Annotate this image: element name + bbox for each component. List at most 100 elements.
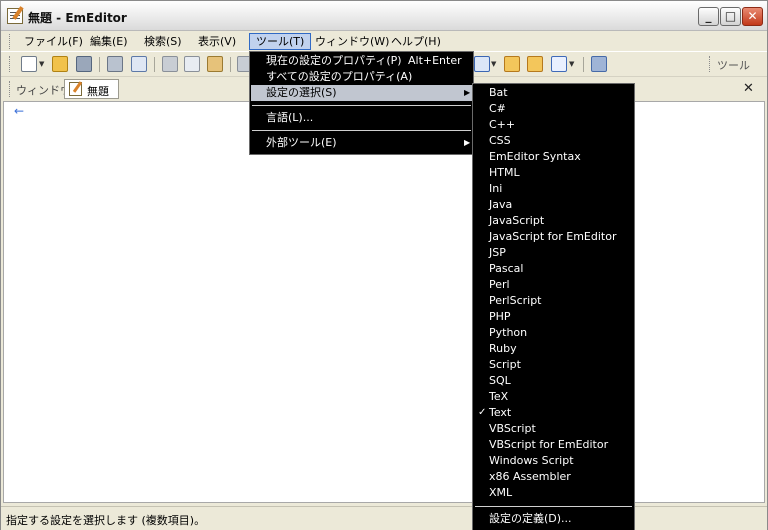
config-item[interactable]: Ruby xyxy=(473,341,634,357)
config-item[interactable]: Windows Script xyxy=(473,453,634,469)
macro-select-icon[interactable] xyxy=(527,56,543,72)
macro-run-icon[interactable] xyxy=(504,56,520,72)
config-item[interactable]: Pascal xyxy=(473,261,634,277)
title-bar[interactable]: 無題 - EmEditor _ □ ✕ xyxy=(1,1,767,31)
save-icon[interactable] xyxy=(76,56,92,72)
config-item[interactable]: XML xyxy=(473,485,634,501)
config-item[interactable]: SQL xyxy=(473,373,634,389)
tools-toolbar-grip[interactable] xyxy=(709,56,712,72)
minimize-button[interactable]: _ xyxy=(698,7,719,26)
menu-window[interactable]: ウィンドウ(W) xyxy=(309,33,395,50)
config-item[interactable]: ✓ Text xyxy=(473,405,634,421)
config-item[interactable]: C# xyxy=(473,101,634,117)
toolbar-grip[interactable] xyxy=(9,56,12,72)
menu-item-select-configuration[interactable]: 設定の選択(S) ▶ xyxy=(251,85,472,101)
config-item[interactable]: CSS xyxy=(473,133,634,149)
print-icon[interactable] xyxy=(107,56,123,72)
config-item[interactable]: TeX xyxy=(473,389,634,405)
config-item-label: PHP xyxy=(489,310,511,323)
menu-item-external-tools[interactable]: 外部ツール(E) ▶ xyxy=(250,135,473,151)
plugin-dropdown-arrow-icon[interactable]: ▼ xyxy=(569,56,577,72)
toolbar-separator xyxy=(230,57,231,72)
config-item[interactable]: VBScript for EmEditor xyxy=(473,437,634,453)
menu-help[interactable]: ヘルプ(H) xyxy=(385,33,447,50)
menu-item-language[interactable]: 言語(L)... xyxy=(250,110,473,126)
menu-tools[interactable]: ツール(T) xyxy=(249,33,312,50)
config-item-label: Perl xyxy=(489,278,510,291)
new-document-icon[interactable] xyxy=(21,56,37,72)
config-item[interactable]: x86 Assembler xyxy=(473,469,634,485)
config-item[interactable]: Ini xyxy=(473,181,634,197)
menu-item-label: 設定の選択(S) xyxy=(266,86,337,99)
menu-item-all-config-properties[interactable]: すべての設定のプロパティ(A) xyxy=(250,69,473,85)
menu-separator xyxy=(475,506,632,507)
menu-item-label: 現在の設定のプロパティ(P) xyxy=(266,54,402,67)
copy-icon[interactable] xyxy=(184,56,200,72)
open-folder-icon[interactable] xyxy=(52,56,68,72)
config-item[interactable]: JavaScript for EmEditor xyxy=(473,229,634,245)
config-item-label: Java xyxy=(489,198,513,211)
config-item-label: EmEditor Syntax xyxy=(489,150,581,163)
editor-area[interactable]: ← xyxy=(3,101,765,503)
close-tab-icon[interactable]: ✕ xyxy=(743,81,754,96)
config-item[interactable]: C++ xyxy=(473,117,634,133)
plugin-icon[interactable] xyxy=(551,56,567,72)
window-list-icon[interactable] xyxy=(474,56,490,72)
print-preview-icon[interactable] xyxy=(131,56,147,72)
menubar-grip[interactable] xyxy=(9,34,12,49)
config-item-label: Ini xyxy=(489,182,503,195)
new-dropdown-arrow-icon[interactable]: ▼ xyxy=(39,56,47,72)
config-item-label: C# xyxy=(489,102,506,115)
config-item-label: Ruby xyxy=(489,342,517,355)
config-item-label: PerlScript xyxy=(489,294,542,307)
config-item[interactable]: JSP xyxy=(473,245,634,261)
status-bar: 指定する設定を選択します (複数項目)。 xyxy=(1,506,767,530)
status-text: 指定する設定を選択します (複数項目)。 xyxy=(6,514,206,527)
menu-file[interactable]: ファイル(F) xyxy=(18,33,89,50)
config-item-label: JavaScript for EmEditor xyxy=(489,230,617,243)
config-item-label: Pascal xyxy=(489,262,524,275)
toolbar-separator xyxy=(99,57,100,72)
document-tab-label: 無題 xyxy=(87,85,109,98)
config-item[interactable]: EmEditor Syntax xyxy=(473,149,634,165)
config-item-label: TeX xyxy=(489,390,509,403)
config-item[interactable]: Bat xyxy=(473,85,634,101)
submenu-arrow-icon: ▶ xyxy=(464,88,471,97)
toolbar-separator xyxy=(583,57,584,72)
window-list-dropdown-arrow-icon[interactable]: ▼ xyxy=(491,56,499,72)
config-item[interactable]: JavaScript xyxy=(473,213,634,229)
menu-item-current-config-properties[interactable]: 現在の設定のプロパティ(P) Alt+Enter xyxy=(250,53,473,69)
config-item[interactable]: VBScript xyxy=(473,421,634,437)
app-window: 無題 - EmEditor _ □ ✕ ファイル(F) 編集(E) 検索(S) … xyxy=(0,0,768,530)
tools-toolbar-label: ツール xyxy=(717,59,750,72)
tools-menu: 現在の設定のプロパティ(P) Alt+Enter すべての設定のプロパティ(A)… xyxy=(249,51,474,155)
close-button[interactable]: ✕ xyxy=(742,7,763,26)
menu-item-label: 設定の定義(D)... xyxy=(489,512,572,525)
eof-arrow-icon: ← xyxy=(14,104,25,118)
menu-item-define-configurations[interactable]: 設定の定義(D)... xyxy=(473,511,634,527)
paste-icon[interactable] xyxy=(207,56,223,72)
emeditor-app-icon[interactable] xyxy=(7,8,23,24)
config-item[interactable]: Python xyxy=(473,325,634,341)
tools-wrench-icon[interactable] xyxy=(591,56,607,72)
menu-view[interactable]: 表示(V) xyxy=(192,33,242,50)
maximize-button[interactable]: □ xyxy=(720,7,741,26)
menu-item-label: 外部ツール(E) xyxy=(266,136,337,149)
config-item[interactable]: PerlScript xyxy=(473,293,634,309)
menu-search[interactable]: 検索(S) xyxy=(138,33,188,50)
config-item-label: Bat xyxy=(489,86,508,99)
cut-icon[interactable] xyxy=(162,56,178,72)
menu-item-label: 言語(L)... xyxy=(266,111,314,124)
tabbar-grip[interactable] xyxy=(9,81,12,97)
toolbar-separator xyxy=(154,57,155,72)
document-tab[interactable]: 無題 xyxy=(64,79,119,99)
config-item[interactable]: Script xyxy=(473,357,634,373)
config-item[interactable]: Java xyxy=(473,197,634,213)
config-item[interactable]: PHP xyxy=(473,309,634,325)
submenu-arrow-icon: ▶ xyxy=(464,138,471,147)
document-icon xyxy=(69,82,82,96)
config-item[interactable]: Perl xyxy=(473,277,634,293)
config-item-label: SQL xyxy=(489,374,511,387)
config-item[interactable]: HTML xyxy=(473,165,634,181)
menu-edit[interactable]: 編集(E) xyxy=(84,33,134,50)
